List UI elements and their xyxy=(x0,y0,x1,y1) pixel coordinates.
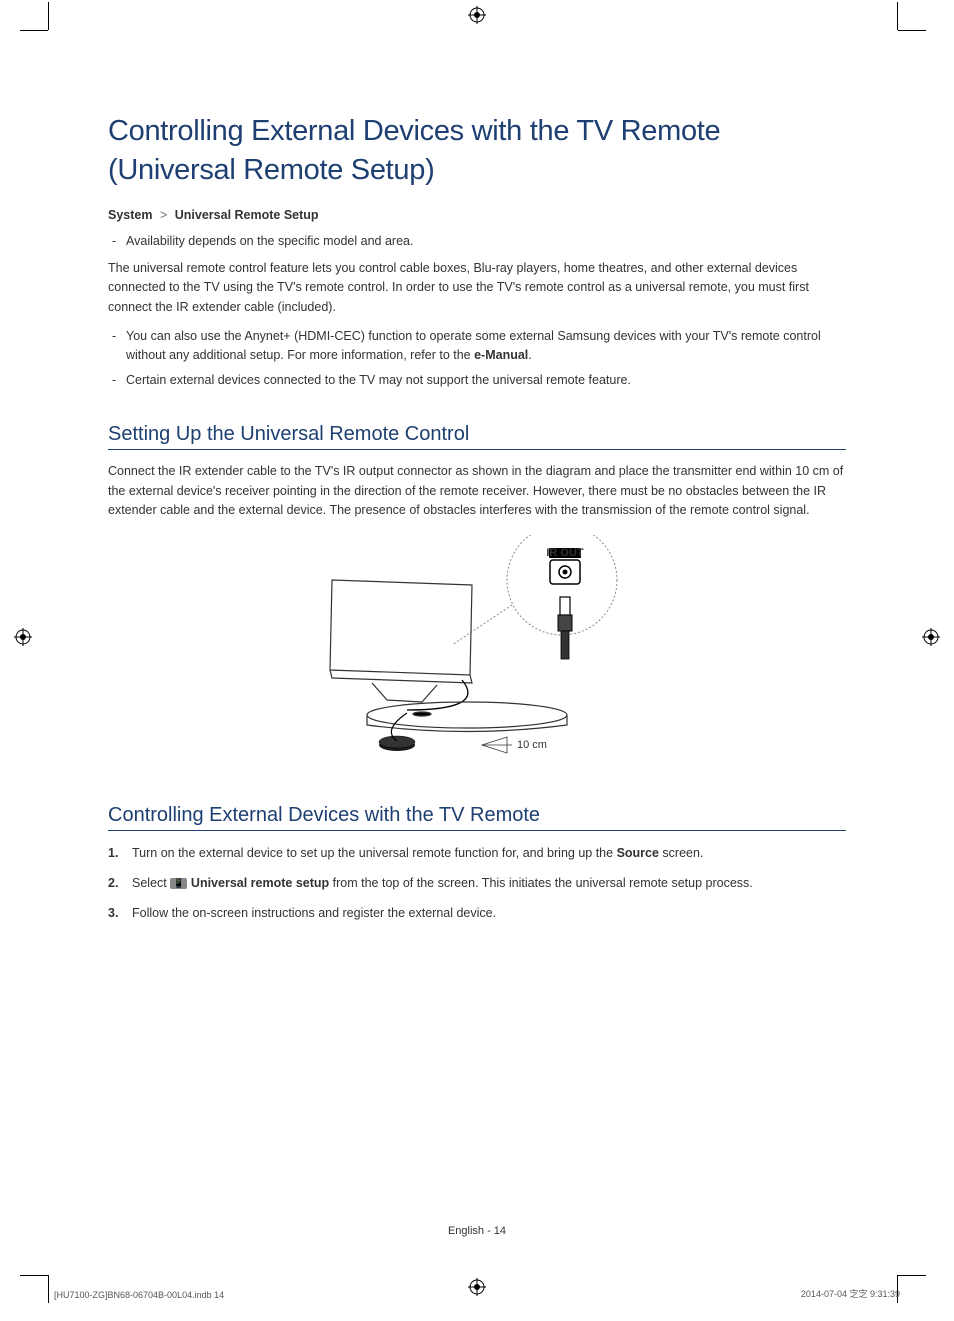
note-availability: Availability depends on the specific mod… xyxy=(108,232,846,251)
footer-timestamp: 2014-07-04 㝎㝎 9:31:39 xyxy=(801,1287,900,1300)
universal-remote-setup-label: Universal remote setup xyxy=(191,876,329,890)
crop-mark-br xyxy=(898,1275,926,1276)
crop-mark-tr xyxy=(898,30,926,31)
chevron-right-icon: > xyxy=(160,208,167,222)
registration-mark-left xyxy=(14,628,32,651)
step-number: 2. xyxy=(108,873,118,893)
step-number: 1. xyxy=(108,843,118,863)
step2-pre: Select xyxy=(132,876,170,890)
step3-text: Follow the on-screen instructions and re… xyxy=(132,906,496,920)
section2-heading: Controlling External Devices with the TV… xyxy=(108,804,846,831)
ir-out-label: IR OUT xyxy=(546,547,584,559)
step-1: 1. Turn on the external device to set up… xyxy=(108,843,846,863)
crop-mark-bl xyxy=(20,1275,48,1276)
registration-mark-top xyxy=(468,6,486,29)
emanual-label: e-Manual xyxy=(474,348,528,362)
remote-setup-icon: 📱 xyxy=(170,878,187,889)
breadcrumb-b: Universal Remote Setup xyxy=(175,208,319,222)
section1-heading: Setting Up the Universal Remote Control xyxy=(108,423,846,450)
registration-mark-right xyxy=(922,628,940,651)
step1-text: Turn on the external device to set up th… xyxy=(132,846,617,860)
registration-mark-bottom xyxy=(468,1278,486,1301)
section1-body: Connect the IR extender cable to the TV'… xyxy=(108,462,846,520)
step-3: 3. Follow the on-screen instructions and… xyxy=(108,903,846,923)
intro-paragraph: The universal remote control feature let… xyxy=(108,259,846,317)
breadcrumb-a: System xyxy=(108,208,152,222)
note-anynet: You can also use the Anynet+ (HDMI-CEC) … xyxy=(108,327,846,365)
source-label: Source xyxy=(617,846,659,860)
page-title: Controlling External Devices with the TV… xyxy=(108,112,846,190)
distance-label: 10 cm xyxy=(517,739,547,751)
step2-post: from the top of the screen. This initiat… xyxy=(329,876,753,890)
footer-filename: [HU7100-ZG]BN68-06704B-00L04.indb 14 xyxy=(54,1290,224,1300)
step-2: 2. Select 📱 Universal remote setup from … xyxy=(108,873,846,893)
note-unsupported: Certain external devices connected to th… xyxy=(108,371,846,390)
breadcrumb: System > Universal Remote Setup xyxy=(108,208,846,222)
page-footer: English - 14 xyxy=(0,1225,954,1237)
step1-post: screen. xyxy=(659,846,703,860)
crop-mark-tl xyxy=(20,30,48,31)
note-anynet-post: . xyxy=(528,348,531,362)
diagram-ir-extender: IR OUT xyxy=(108,535,846,770)
step-number: 3. xyxy=(108,903,118,923)
